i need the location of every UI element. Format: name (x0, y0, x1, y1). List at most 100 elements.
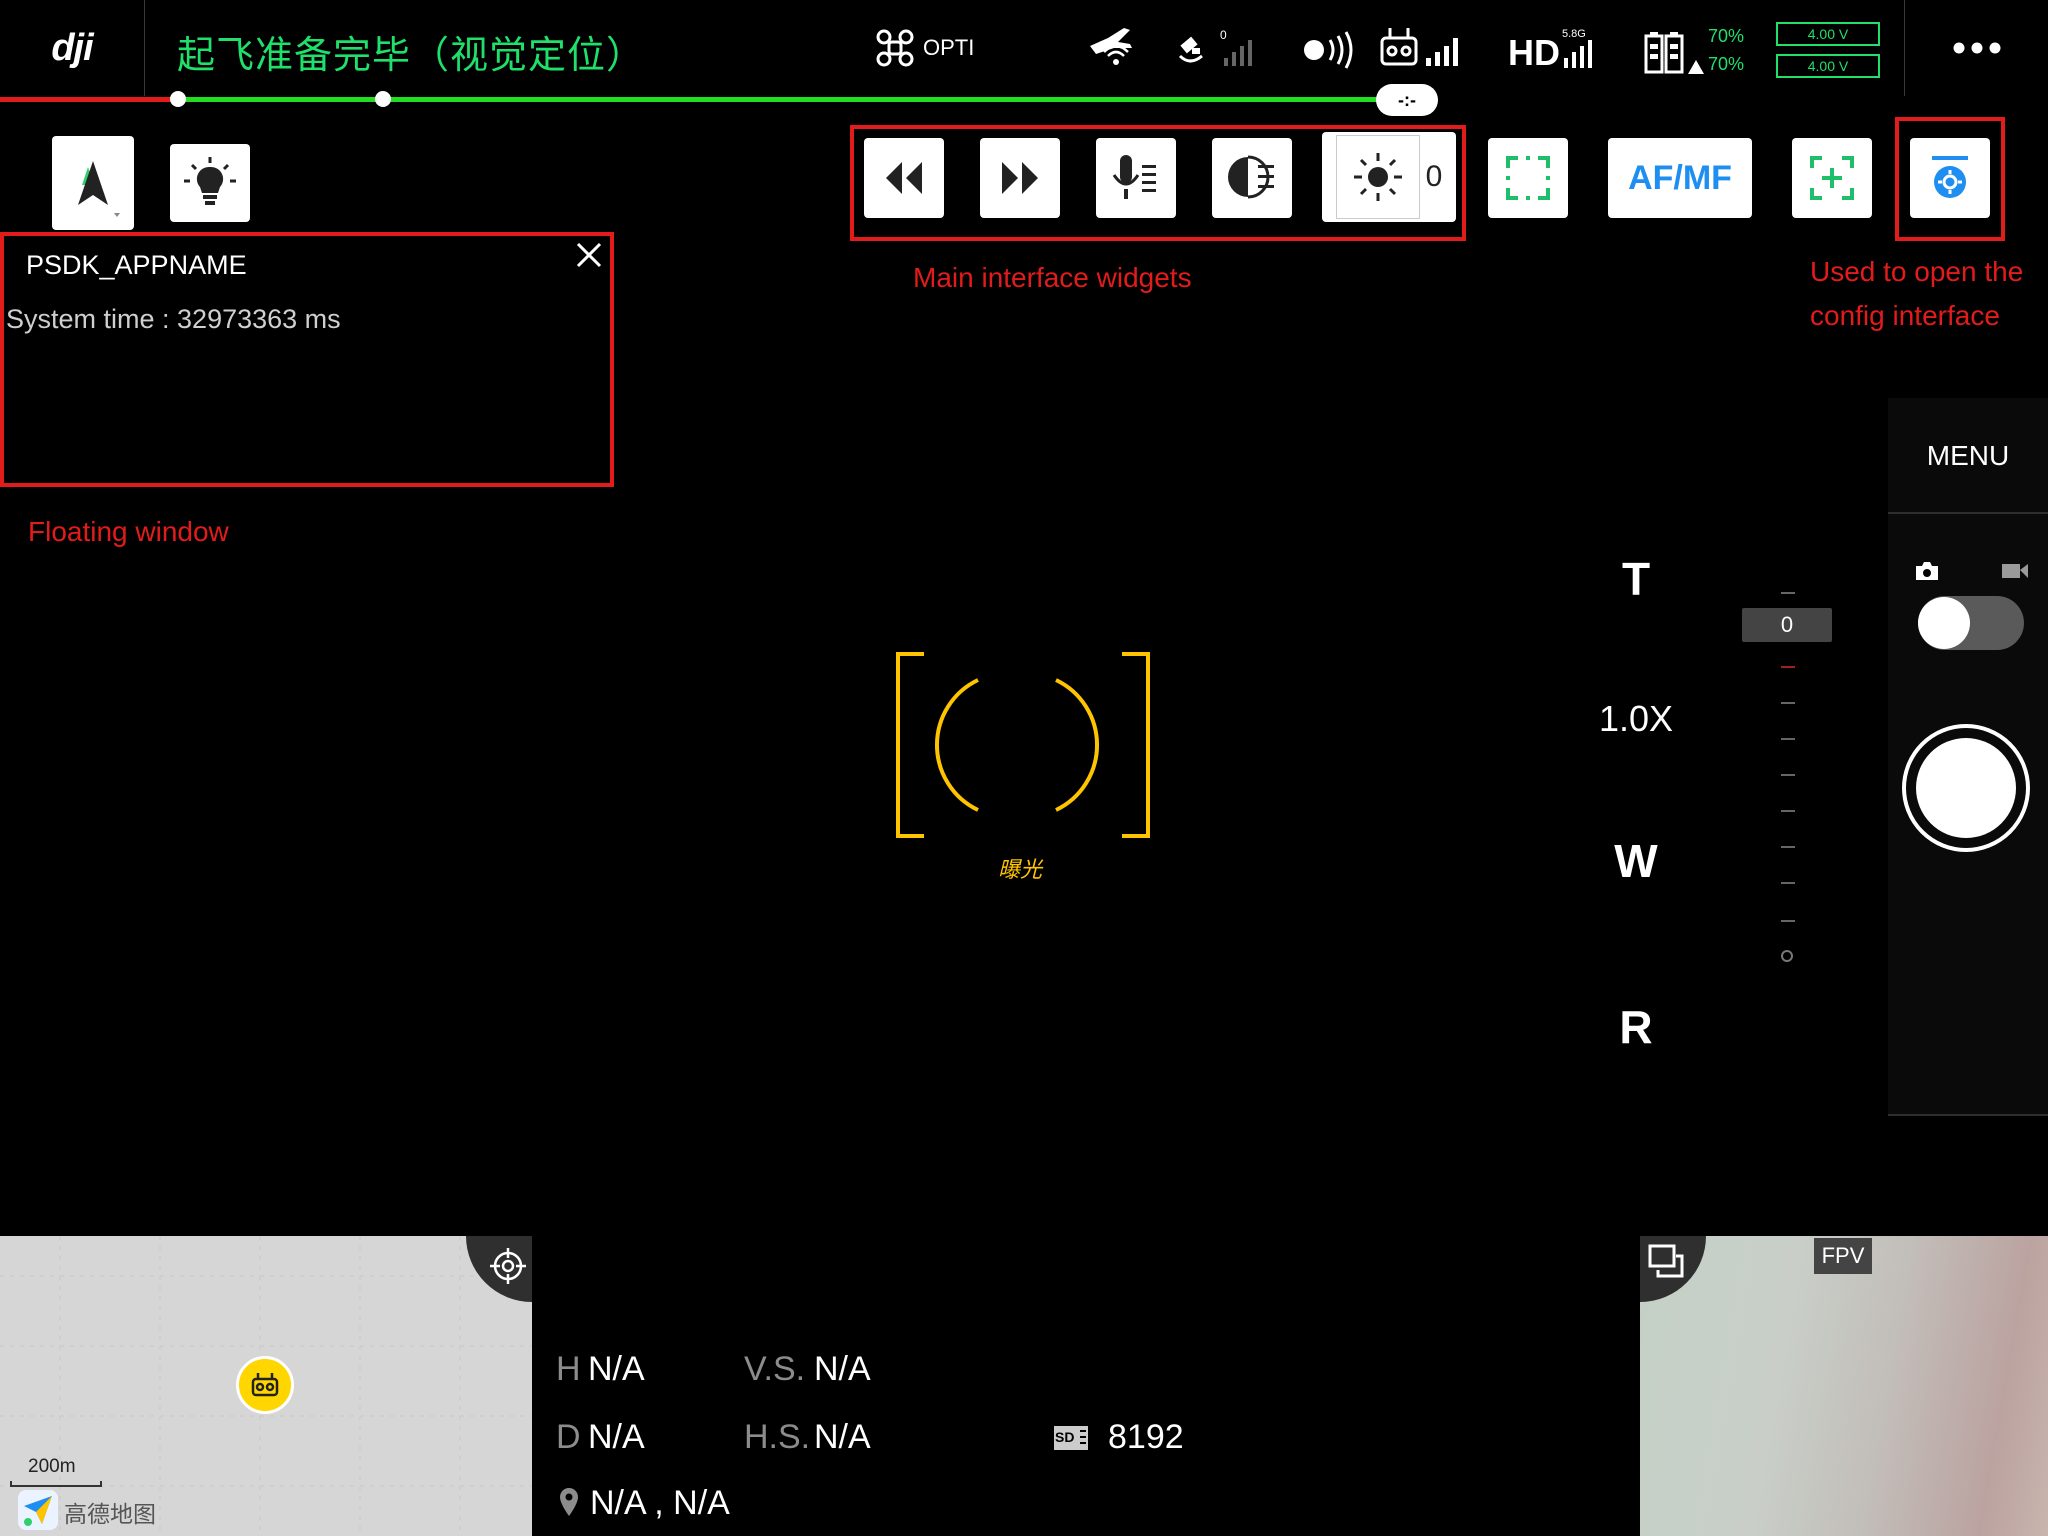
rc-location-marker[interactable] (236, 1356, 294, 1414)
progress-marker-start (170, 91, 186, 107)
distance-label: D (556, 1418, 581, 1456)
dual-battery-icon (1644, 32, 1704, 74)
floating-window-annotation: Floating window (28, 516, 229, 547)
config-gear-icon (1932, 156, 1968, 198)
ev-scale-tick (1781, 666, 1795, 668)
lights-button[interactable] (170, 144, 250, 222)
voltage-display-2[interactable]: 4.00 V (1776, 54, 1880, 78)
af-mf-button[interactable]: AF/MF (1608, 138, 1752, 218)
video-camera-icon (2002, 564, 2028, 578)
navigation-arrow-icon (78, 161, 120, 217)
map-recenter-button[interactable] (488, 1246, 528, 1286)
brightness-icon (1353, 153, 1402, 201)
close-icon (576, 242, 602, 268)
focus-frame-button[interactable] (1488, 138, 1568, 218)
location-value: N/A , N/A (590, 1484, 730, 1522)
ev-scale-tick (1781, 702, 1795, 704)
photo-video-toggle-knob (1918, 597, 1970, 649)
add-focus-icon (1810, 156, 1854, 200)
ev-scale-end-dot (1781, 950, 1793, 962)
camera-menu-button[interactable]: MENU (1888, 440, 2048, 472)
dji-logo[interactable]: dji (0, 0, 145, 96)
ev-scale-tick (1781, 774, 1795, 776)
progress-marker-home (375, 91, 391, 107)
main-widgets-annotation: Main interface widgets (913, 262, 1192, 293)
ev-scale-tick (1781, 846, 1795, 848)
amap-logo (18, 1490, 58, 1530)
flight-progress-remaining (178, 97, 1378, 102)
panel-divider-bottom (1888, 1114, 2048, 1116)
sd-card-label: SD (1055, 1429, 1075, 1445)
navigation-mode-button[interactable] (52, 136, 134, 230)
location-pin-wrap (558, 1486, 580, 1520)
battery-percent-1: 70% (1708, 26, 1745, 46)
half-circle-icon (1228, 155, 1274, 199)
voltage-display-1[interactable]: 4.00 V (1776, 22, 1880, 46)
ev-scale-tick (1781, 882, 1795, 884)
ev-scale-tick (1781, 738, 1795, 740)
obstacle-mode-label: OPTI (923, 35, 975, 60)
crosshair-icon (490, 1248, 526, 1284)
obstacle-avoidance-status[interactable]: OPTI (875, 28, 974, 68)
map-scale-label: 200m (28, 1456, 76, 1477)
horizontal-speed-label: H.S. (744, 1418, 811, 1456)
height-value: N/A (588, 1350, 645, 1388)
progress-time-pill[interactable]: -:- (1376, 84, 1438, 116)
ev-scale-tick (1781, 920, 1795, 922)
fast-forward-icon (1002, 162, 1038, 194)
config-annotation-line2: config interface (1810, 300, 2000, 331)
zoom-tele-button[interactable]: T (1586, 552, 1686, 606)
fpv-preview[interactable] (1640, 1236, 2048, 1536)
config-button[interactable] (1910, 138, 1990, 218)
floating-window-close-button[interactable] (572, 238, 606, 272)
af-mf-label: AF/MF (1628, 158, 1732, 197)
location-pin-icon (560, 1488, 578, 1516)
flight-status-text[interactable]: 起飞准备完毕（视觉定位） (177, 24, 645, 79)
distance-value: N/A (588, 1418, 645, 1456)
remote-controller-icon (1380, 28, 1458, 66)
sd-card-capacity: 8192 (1108, 1418, 1184, 1456)
vision-signal-icon (1304, 31, 1353, 69)
shutter-button-inner (1916, 738, 2016, 838)
swap-view-icon (1648, 1244, 1684, 1278)
aircraft-signal[interactable] (1086, 24, 1138, 72)
battery-percent-2: 70% (1708, 54, 1745, 74)
brightness-icon-frame (1335, 135, 1420, 219)
zoom-wide-button[interactable]: W (1586, 834, 1686, 888)
exposure-focus-indicator[interactable] (894, 650, 1152, 840)
floating-window-title: PSDK_APPNAME (26, 250, 247, 280)
rc-signal[interactable] (1378, 26, 1468, 70)
light-beam-button[interactable] (1212, 138, 1292, 218)
microphone-button[interactable] (1096, 138, 1176, 218)
lightbulb-icon (184, 157, 236, 205)
drone-icon (876, 29, 914, 67)
focus-frame-icon (1506, 156, 1550, 200)
gps-count: 0 (1220, 28, 1227, 42)
rewind-button[interactable] (864, 138, 944, 218)
vertical-speed-label: V.S. (744, 1350, 806, 1388)
horizontal-speed-value: N/A (814, 1418, 871, 1456)
remote-controller-icon (251, 1373, 279, 1397)
ev-value-box[interactable]: 0 (1742, 608, 1832, 642)
panel-divider-top (1888, 512, 2048, 514)
vision-positioning-status[interactable] (1300, 30, 1360, 70)
config-annotation-line1: Used to open the (1810, 256, 2024, 287)
add-focus-point-button[interactable] (1792, 138, 1872, 218)
amap-logo-icon (18, 1490, 58, 1530)
brightness-button[interactable]: 0 (1322, 132, 1456, 222)
height-label: H (556, 1350, 581, 1388)
battery-status[interactable]: 70% 70% (1644, 26, 1744, 76)
more-options-button[interactable] (1904, 0, 2048, 96)
swap-view-button[interactable] (1646, 1242, 1686, 1282)
aircraft-takeoff-icon (1090, 28, 1132, 65)
flight-progress-done (0, 97, 178, 102)
brightness-value: 0 (1425, 160, 1443, 193)
zoom-reset-button[interactable]: R (1586, 1000, 1686, 1054)
logo-text: dji (51, 26, 93, 69)
fast-forward-button[interactable] (980, 138, 1060, 218)
exposure-label: 曝光 (998, 857, 1043, 882)
more-dots-icon (1953, 42, 2001, 54)
vertical-speed-value: N/A (814, 1350, 871, 1388)
gps-status[interactable]: 0 (1176, 26, 1262, 70)
video-signal-bars-icon (1564, 40, 1592, 68)
